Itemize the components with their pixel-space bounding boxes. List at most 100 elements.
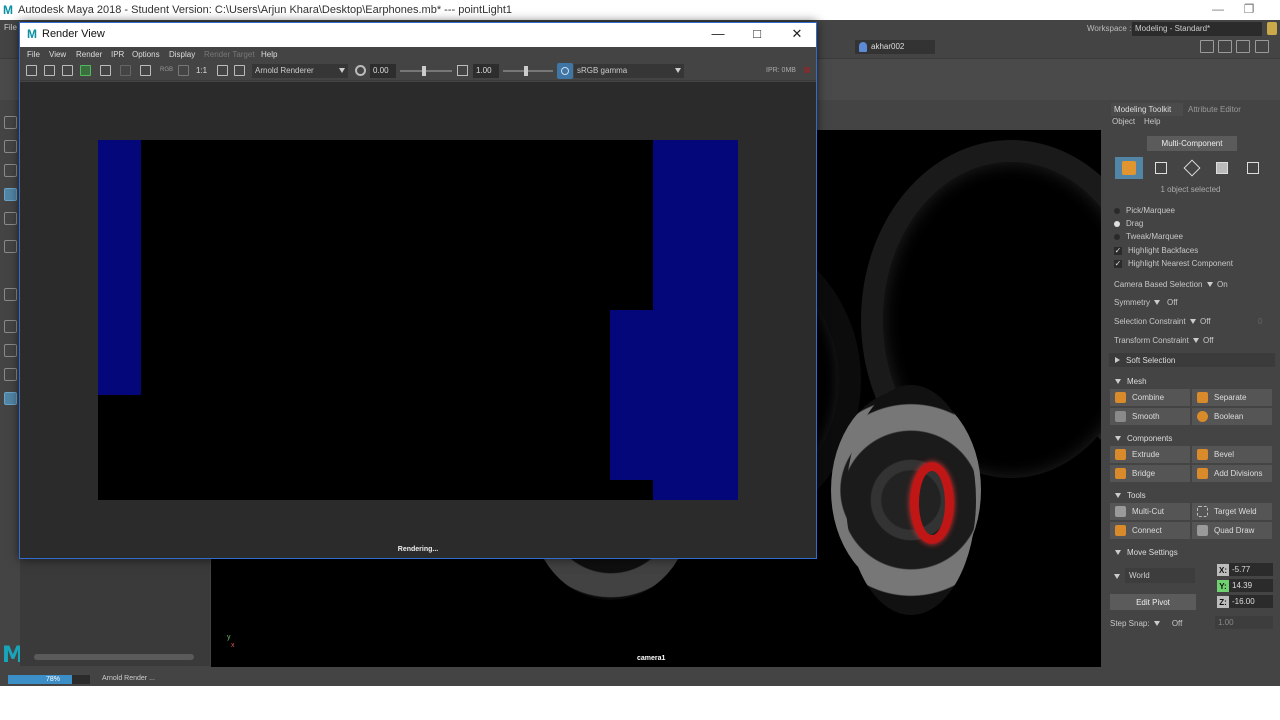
symmetry-option[interactable]: Symmetry Off	[1114, 298, 1178, 307]
lock-icon[interactable]	[1267, 22, 1277, 35]
tool-settings-toggle-icon[interactable]	[1236, 40, 1251, 53]
checkbox-highlight-backfaces[interactable]: ✓ Highlight Backfaces	[1114, 246, 1198, 255]
four-view-layout-icon[interactable]	[4, 344, 17, 357]
y-value-field[interactable]: 14.39	[1229, 579, 1273, 592]
mesh-header[interactable]: Mesh	[1109, 374, 1275, 388]
side-by-side-layout-icon[interactable]	[4, 368, 17, 381]
move-settings-header[interactable]: Move Settings	[1109, 545, 1275, 559]
edit-pivot-button[interactable]: Edit Pivot	[1110, 594, 1196, 610]
rv-menu-file[interactable]: File	[27, 50, 40, 59]
modeling-toolkit-toggle-icon[interactable]	[1200, 40, 1214, 53]
channel-box-toggle-icon[interactable]	[1254, 40, 1269, 53]
combine-button[interactable]: Combine	[1110, 389, 1190, 406]
checkbox-highlight-nearest[interactable]: ✓ Highlight Nearest Component	[1114, 259, 1233, 268]
paint-select-tool-icon[interactable]	[4, 164, 17, 177]
minimize-icon[interactable]: —	[706, 26, 730, 44]
exposure-slider-handle[interactable]	[422, 66, 426, 76]
menu-object[interactable]: Object	[1112, 117, 1135, 126]
object-mode-button[interactable]	[1115, 157, 1143, 179]
rgb-channel-label[interactable]: RGB	[160, 67, 173, 73]
display-rgb-icon[interactable]	[140, 65, 151, 76]
face-mode-button[interactable]	[1208, 157, 1236, 179]
rv-menu-render[interactable]: Render	[76, 50, 102, 59]
ipr-stop-icon[interactable]	[804, 67, 810, 73]
rv-menu-options[interactable]: Options	[132, 50, 160, 59]
boolean-button[interactable]: Boolean	[1192, 408, 1272, 425]
view-transform-dropdown[interactable]: sRGB gamma	[574, 64, 684, 78]
close-icon[interactable]: ✕	[785, 26, 809, 44]
tab-modeling-toolkit[interactable]: Modeling Toolkit	[1111, 103, 1183, 116]
keep-image-icon[interactable]	[178, 65, 189, 76]
quad-draw-button[interactable]: Quad Draw	[1192, 522, 1272, 539]
rv-menu-help[interactable]: Help	[261, 50, 277, 59]
redo-render-icon[interactable]	[26, 65, 37, 76]
extrude-button[interactable]: Extrude	[1110, 446, 1190, 463]
renderer-dropdown[interactable]: Arnold Renderer	[252, 64, 348, 78]
separate-button[interactable]: Separate	[1192, 389, 1272, 406]
x-value-field[interactable]: -5.77	[1229, 563, 1273, 576]
transform-constraint-option[interactable]: Transform Constraint Off	[1114, 336, 1214, 345]
z-value-field[interactable]: -16.00	[1229, 595, 1273, 608]
smooth-button[interactable]: Smooth	[1110, 408, 1190, 425]
rv-menu-display[interactable]: Display	[169, 50, 195, 59]
stop-ipr-icon[interactable]	[120, 65, 131, 76]
exposure-icon[interactable]	[355, 65, 366, 76]
gamma-slider-handle[interactable]	[524, 66, 528, 76]
exposure-slider-track[interactable]	[400, 70, 452, 72]
workspace-dropdown[interactable]: Modeling - Standard*	[1132, 22, 1262, 36]
gamma-slider-track[interactable]	[503, 70, 553, 72]
refresh-ipr-icon[interactable]	[100, 65, 111, 76]
menu-help[interactable]: Help	[1144, 117, 1160, 126]
tab-attribute-editor[interactable]: Attribute Editor	[1185, 103, 1263, 116]
bridge-button[interactable]: Bridge	[1110, 465, 1190, 482]
lasso-tool-icon[interactable]	[4, 140, 17, 153]
minimize-icon[interactable]: —	[1203, 2, 1233, 18]
frame-region-icon[interactable]	[234, 65, 245, 76]
render-view-canvas[interactable]: Rendering...	[20, 82, 816, 558]
rv-menu-view[interactable]: View	[49, 50, 66, 59]
exposure-field[interactable]: 0.00	[370, 64, 396, 78]
selection-constraint-option[interactable]: Selection Constraint Off 0	[1114, 317, 1262, 326]
frame-image-icon[interactable]	[217, 65, 228, 76]
camera-based-selection-option[interactable]: Camera Based Selection On	[1114, 280, 1228, 289]
outliner-layout-icon[interactable]	[4, 392, 17, 405]
target-weld-button[interactable]: Target Weld	[1192, 503, 1272, 520]
multi-component-button[interactable]: Multi-Component	[1147, 136, 1237, 151]
scale-tool-icon[interactable]	[4, 240, 17, 253]
menu-file[interactable]: File	[4, 23, 17, 32]
step-snap-option[interactable]: Step Snap: Off	[1110, 619, 1182, 628]
gamma-field[interactable]: 1.00	[473, 64, 499, 78]
rv-menu-render-target[interactable]: Render Target	[204, 50, 255, 59]
edge-mode-button[interactable]	[1178, 157, 1206, 179]
user-account-dropdown[interactable]: akhar002	[855, 40, 935, 54]
maximize-icon[interactable]: □	[745, 26, 769, 44]
radio-tweak-marquee[interactable]: Tweak/Marquee	[1114, 232, 1183, 241]
rv-menu-ipr[interactable]: IPR	[111, 50, 124, 59]
outliner-horizontal-scrollbar[interactable]	[34, 654, 194, 660]
show-manipulator-icon[interactable]	[4, 288, 17, 301]
move-tool-icon[interactable]	[4, 188, 17, 201]
tools-header[interactable]: Tools	[1109, 488, 1275, 502]
multi-cut-button[interactable]: Multi-Cut	[1110, 503, 1190, 520]
step-snap-field[interactable]: 1.00	[1215, 616, 1273, 629]
attribute-editor-toggle-icon[interactable]	[1218, 40, 1233, 53]
uv-mode-button[interactable]	[1239, 157, 1267, 179]
snapshot-icon[interactable]	[62, 65, 73, 76]
restore-icon[interactable]: ❐	[1234, 2, 1264, 18]
move-space-dropdown[interactable]: World	[1125, 568, 1195, 583]
bevel-button[interactable]: Bevel	[1192, 446, 1272, 463]
ipr-render-icon[interactable]	[80, 65, 91, 76]
render-region-icon[interactable]	[44, 65, 55, 76]
vertex-mode-button[interactable]	[1147, 157, 1175, 179]
real-size-button[interactable]: 1:1	[196, 66, 207, 75]
connect-button[interactable]: Connect	[1110, 522, 1190, 539]
soft-selection-header[interactable]: Soft Selection	[1109, 353, 1275, 367]
gamma-icon[interactable]	[457, 65, 468, 76]
components-header[interactable]: Components	[1109, 431, 1275, 445]
color-management-icon[interactable]	[557, 63, 573, 79]
select-tool-icon[interactable]	[4, 116, 17, 129]
render-view-title-bar[interactable]: M Render View — □ ✕	[20, 23, 816, 47]
single-view-layout-icon[interactable]	[4, 320, 17, 333]
radio-pick-marquee[interactable]: Pick/Marquee	[1114, 206, 1175, 215]
radio-drag[interactable]: Drag	[1114, 219, 1143, 228]
